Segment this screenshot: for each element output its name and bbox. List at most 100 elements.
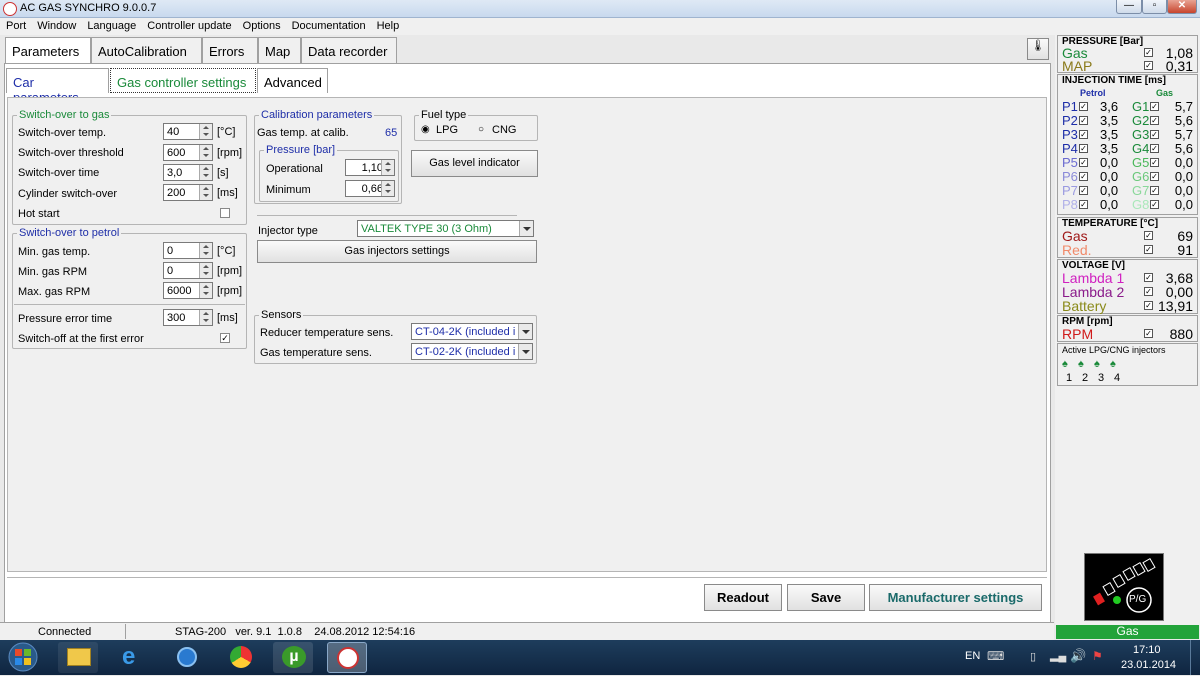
menu-controller-update[interactable]: Controller update <box>141 18 236 32</box>
clock-time[interactable]: 17:10 <box>1133 644 1161 656</box>
injector-type-select[interactable]: VALTEK TYPE 30 (3 Ohm) <box>357 220 534 237</box>
minimize-button[interactable]: — <box>1116 0 1142 14</box>
tab-gas-controller-settings[interactable]: Gas controller settings <box>110 68 256 93</box>
minimum-pressure-input[interactable]: 0,66 <box>345 180 395 197</box>
lpg-radio[interactable]: ◉ <box>421 124 430 135</box>
gas-injector-checkbox[interactable]: ✓ <box>1150 144 1159 153</box>
battery-checkbox[interactable]: ✓ <box>1144 301 1153 310</box>
switch-off-first-error-checkbox[interactable]: ✓ <box>220 333 230 343</box>
tab-autocalibration[interactable]: AutoCalibration <box>91 37 202 63</box>
menu-documentation[interactable]: Documentation <box>286 18 371 32</box>
petrol-injector-checkbox[interactable]: ✓ <box>1079 116 1088 125</box>
network-icon[interactable]: ▂▄ <box>1050 649 1066 662</box>
lambda2-checkbox[interactable]: ✓ <box>1144 287 1153 296</box>
action-center-icon[interactable]: ⚑ <box>1092 649 1103 663</box>
close-button[interactable]: ✕ <box>1167 0 1197 14</box>
utorrent-taskbar-button[interactable]: µ <box>273 642 313 673</box>
tab-errors[interactable]: Errors <box>202 37 258 63</box>
file-manager-taskbar-button[interactable] <box>58 642 98 673</box>
gas-injector-checkbox[interactable]: ✓ <box>1150 186 1159 195</box>
gas-injector-checkbox[interactable]: ✓ <box>1150 158 1159 167</box>
max-gas-rpm-input[interactable]: 6000 <box>163 282 213 299</box>
petrol-injector-checkbox[interactable]: ✓ <box>1079 172 1088 181</box>
pressure-error-time-input[interactable]: 300 <box>163 309 213 326</box>
operational-pressure-input[interactable]: 1,10 <box>345 159 395 176</box>
petrol-injector-checkbox[interactable]: ✓ <box>1079 158 1088 167</box>
switch-to-petrol-title: Switch-over to petrol <box>17 227 122 239</box>
battery-label: Battery <box>1062 298 1107 314</box>
hot-start-checkbox[interactable] <box>220 208 230 218</box>
rpm-checkbox[interactable]: ✓ <box>1144 329 1153 338</box>
thermometer-icon[interactable]: 🌡 <box>1027 38 1049 60</box>
min-gas-temp-input[interactable]: 0 <box>163 242 213 259</box>
tab-data-recorder[interactable]: Data recorder <box>301 37 397 63</box>
media-player-taskbar-button[interactable] <box>166 642 206 673</box>
lambda1-checkbox[interactable]: ✓ <box>1144 273 1153 282</box>
gas-injector-checkbox[interactable]: ✓ <box>1150 102 1159 111</box>
injector-number: 1 <box>1066 372 1073 384</box>
injector-icon: ♠ <box>1078 358 1084 370</box>
start-button[interactable] <box>6 642 40 673</box>
tab-parameters[interactable]: Parameters <box>5 37 91 63</box>
map-checkbox[interactable]: ✓ <box>1144 61 1153 70</box>
petrol-injector-checkbox[interactable]: ✓ <box>1079 130 1088 139</box>
menu-window[interactable]: Window <box>31 18 81 32</box>
gas-level-indicator-button[interactable]: Gas level indicator <box>411 150 538 177</box>
petrol-injector-checkbox[interactable]: ✓ <box>1079 144 1088 153</box>
reducer-temp-checkbox[interactable]: ✓ <box>1144 245 1153 254</box>
gas-temp-sensor-select[interactable]: CT-02-2K (included i <box>411 343 533 360</box>
battery-icon[interactable]: ▯ <box>1030 650 1036 663</box>
gas-pressure-checkbox[interactable]: ✓ <box>1144 48 1153 57</box>
petrol-injector-checkbox[interactable]: ✓ <box>1079 102 1088 111</box>
menu-help[interactable]: Help <box>371 18 405 32</box>
clock-date[interactable]: 23.01.2014 <box>1121 659 1176 671</box>
save-button[interactable]: Save <box>787 584 865 611</box>
gas-injector-value: 0,0 <box>1174 169 1193 184</box>
fuel-type-group: Fuel type <box>414 109 538 141</box>
show-desktop-button[interactable] <box>1190 640 1200 675</box>
min-gas-rpm-input[interactable]: 0 <box>163 262 213 279</box>
petrol-injector-value: 3,5 <box>1100 127 1119 142</box>
reducer-temp-select[interactable]: CT-04-2K (included i <box>411 323 533 340</box>
gas-injector-label: G5 <box>1132 155 1150 170</box>
ie-taskbar-button[interactable]: e <box>112 642 152 673</box>
tab-advanced[interactable]: Advanced <box>257 68 328 93</box>
tab-car-parameters[interactable]: Car parameters <box>6 68 109 105</box>
gas-injector-checkbox[interactable]: ✓ <box>1150 116 1159 125</box>
switch-over-time-input[interactable]: 3,0 <box>163 164 213 181</box>
fuel-switch-panel[interactable]: P/G <box>1084 553 1164 621</box>
manufacturer-settings-button[interactable]: Manufacturer settings <box>869 584 1042 611</box>
menu-language[interactable]: Language <box>81 18 141 32</box>
cylinder-switch-over-input[interactable]: 200 <box>163 184 213 201</box>
gas-injector-checkbox[interactable]: ✓ <box>1150 200 1159 209</box>
divider <box>7 577 1047 578</box>
min-gas-temp-label: Min. gas temp. <box>18 246 91 258</box>
petrol-injector-checkbox[interactable]: ✓ <box>1079 200 1088 209</box>
petrol-injector-label: P6 <box>1062 169 1078 184</box>
switch-over-threshold-input[interactable]: 600 <box>163 144 213 161</box>
menu-port[interactable]: Port <box>0 18 31 32</box>
gas-injector-value: 5,7 <box>1174 127 1193 142</box>
switch-over-temp-input[interactable]: 40 <box>163 123 213 140</box>
readout-button[interactable]: Readout <box>704 584 782 611</box>
chrome-taskbar-button[interactable] <box>220 642 260 673</box>
title-bar: AC GAS SYNCHRO 9.0.0.7 — ▫ ✕ <box>0 0 1200 18</box>
unit-label: [ms] <box>217 312 238 324</box>
cng-radio[interactable]: ○ <box>478 124 484 135</box>
keyboard-icon[interactable]: ⌨ <box>987 649 1004 663</box>
gas-temp-checkbox[interactable]: ✓ <box>1144 231 1153 240</box>
gas-injector-checkbox[interactable]: ✓ <box>1150 172 1159 181</box>
volume-icon[interactable]: 🔊 <box>1070 648 1086 664</box>
tab-map[interactable]: Map <box>258 37 301 63</box>
gas-injectors-settings-button[interactable]: Gas injectors settings <box>257 240 537 263</box>
rpm-label: RPM <box>1062 326 1094 342</box>
ac-gas-taskbar-button[interactable] <box>327 642 367 673</box>
temperature-box: TEMPERATURE [°C] Gas ✓ 69 Red. ✓ 91 <box>1057 217 1198 258</box>
menu-options[interactable]: Options <box>237 18 286 32</box>
map-value: 0,31 <box>1165 58 1193 74</box>
petrol-injector-checkbox[interactable]: ✓ <box>1079 186 1088 195</box>
maximize-button[interactable]: ▫ <box>1142 0 1167 14</box>
language-indicator[interactable]: EN <box>965 650 980 662</box>
gas-injector-checkbox[interactable]: ✓ <box>1150 130 1159 139</box>
operational-label: Operational <box>266 163 323 175</box>
